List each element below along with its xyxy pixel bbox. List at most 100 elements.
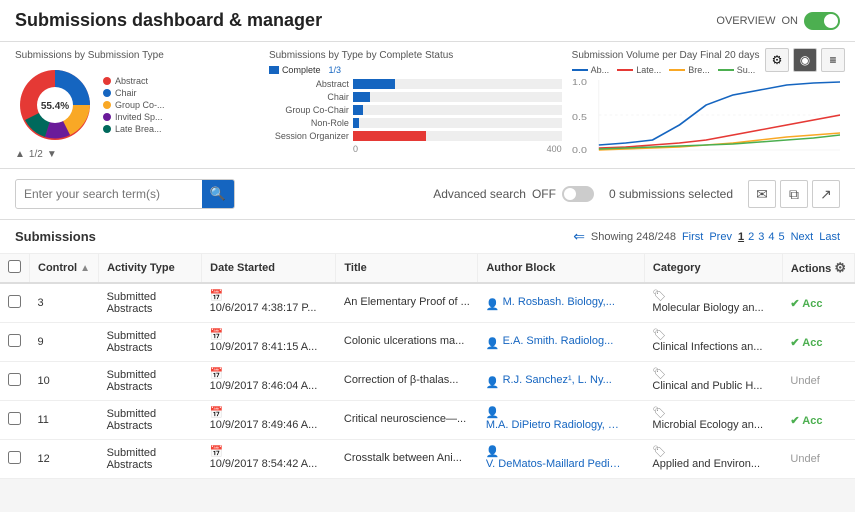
th-activity-type[interactable]: Activity Type <box>99 254 202 283</box>
list-view-button[interactable]: ≡ <box>821 48 845 72</box>
page-5[interactable]: 5 <box>778 231 784 243</box>
row-category: 🏷 Clinical Infections an... <box>644 323 782 362</box>
row-control: 11 <box>30 401 99 440</box>
legend-label-abstract: Abstract <box>115 76 148 86</box>
legend-item-late: Late Brea... <box>103 124 165 134</box>
bar-row-nonrole: Non-Role <box>269 118 562 128</box>
pie-nav-down[interactable]: ▼ <box>47 149 57 160</box>
row-checkbox-cell <box>0 440 30 479</box>
th-author-block[interactable]: Author Block <box>478 254 645 283</box>
action-badge: Undef <box>790 453 819 465</box>
bar-row-chair: Chair <box>269 92 562 102</box>
line-color-late <box>617 69 633 71</box>
table-row: 9 Submitted Abstracts 📅 10/9/2017 8:41:1… <box>0 323 855 362</box>
row-title: Correction of β-thalas... <box>336 362 478 401</box>
bar-track-nonrole <box>353 118 562 128</box>
row-control: 12 <box>30 440 99 479</box>
row-checkbox-4[interactable] <box>8 451 21 464</box>
charts-toolbar: ⚙ ◉ ≡ <box>765 48 845 72</box>
complete-fraction: 1/3 <box>328 65 341 75</box>
row-category: 🏷 Molecular Biology an... <box>644 283 782 323</box>
actions-gear-icon[interactable]: ⚙ <box>834 260 846 275</box>
select-all-checkbox[interactable] <box>8 260 21 273</box>
bar-fill-abstract-complete <box>353 79 395 89</box>
tag-icon: 🏷 <box>652 407 666 419</box>
row-checkbox-0[interactable] <box>8 295 21 308</box>
page-2[interactable]: 2 <box>748 231 754 243</box>
row-author-block: 👤 M. Rosbash. Biology,... <box>478 283 645 323</box>
row-author-block: 👤 R.J. Sanchez¹, L. Ny... <box>478 362 645 401</box>
row-author-block: 👤 M.A. DiPietro Radiology, C.S. Mott Ch.… <box>478 401 645 440</box>
export-button[interactable]: ↗ <box>812 180 840 208</box>
action-badge: ✔ Acc <box>790 298 822 310</box>
th-title[interactable]: Title <box>336 254 478 283</box>
overview-toggle-switch[interactable] <box>804 12 840 30</box>
first-link[interactable]: First <box>682 231 703 243</box>
advanced-search-label: Advanced search <box>433 187 526 201</box>
advanced-search-container: Advanced search OFF <box>433 186 594 202</box>
pie-nav-text: 1/2 <box>29 149 43 160</box>
page-3[interactable]: 3 <box>758 231 764 243</box>
table-header-row: Control ▲ Activity Type Date Started Tit… <box>0 254 855 283</box>
row-checkbox-cell <box>0 323 30 362</box>
search-input[interactable] <box>16 181 202 207</box>
bar-label-session: Session Organizer <box>269 131 349 141</box>
search-box: 🔍 <box>15 179 235 209</box>
legend-dot-invited <box>103 113 111 121</box>
submissions-table: Control ▲ Activity Type Date Started Tit… <box>0 254 855 479</box>
bar-fill-group-complete <box>353 105 363 115</box>
bar-row-session: Session Organizer <box>269 131 562 141</box>
email-button[interactable]: ✉ <box>748 180 776 208</box>
legend-dot-chair <box>103 89 111 97</box>
row-category-text: Molecular Biology an... <box>652 302 763 314</box>
next-link[interactable]: Next <box>791 231 814 243</box>
copy-button[interactable]: ⧉ <box>780 180 808 208</box>
showing-text: Showing 248/248 <box>591 231 676 243</box>
row-category: 🏷 Clinical and Public H... <box>644 362 782 401</box>
row-author-block: 👤 E.A. Smith. Radiolog... <box>478 323 645 362</box>
submissions-section-title: Submissions <box>15 229 96 244</box>
pie-chart-container: 55.4% Abstract Chair Group Co-... <box>15 65 259 145</box>
line-legend-bre: Bre... <box>669 65 710 75</box>
tag-icon: 🏷 <box>652 290 666 302</box>
row-category-text: Clinical Infections an... <box>652 341 762 353</box>
th-control[interactable]: Control ▲ <box>30 254 99 283</box>
bar-chart-panel: Submissions by Type by Complete Status C… <box>269 50 562 160</box>
row-checkbox-2[interactable] <box>8 373 21 386</box>
bar-track-group <box>353 105 562 115</box>
advanced-search-toggle[interactable] <box>562 186 594 202</box>
row-date-started: 📅 10/9/2017 8:54:42 A... <box>202 440 336 479</box>
row-checkbox-1[interactable] <box>8 334 21 347</box>
page-1[interactable]: 1 <box>738 231 744 243</box>
svg-text:0.5: 0.5 <box>572 113 587 122</box>
action-badge: ✔ Acc <box>790 337 822 349</box>
th-date-started[interactable]: Date Started <box>202 254 336 283</box>
page-4[interactable]: 4 <box>768 231 774 243</box>
legend-dot-abstract <box>103 77 111 85</box>
bar-row-group: Group Co-Chair <box>269 105 562 115</box>
search-button[interactable]: 🔍 <box>202 180 234 208</box>
tag-icon: 🏷 <box>652 329 666 341</box>
legend-item-invited: Invited Sp... <box>103 112 165 122</box>
pie-legend: Abstract Chair Group Co-... Invited Sp..… <box>103 76 165 134</box>
prev-link[interactable]: Prev <box>709 231 732 243</box>
last-link[interactable]: Last <box>819 231 840 243</box>
action-icons: ✉ ⧉ ↗ <box>748 180 840 208</box>
row-title-text: Crosstalk between Ani... <box>344 452 462 464</box>
row-author-name: R.J. Sanchez¹, L. Ny... <box>503 374 612 386</box>
row-date-text: 10/9/2017 8:41:15 A... <box>210 341 318 353</box>
bar-fill-nonrole-complete <box>353 118 359 128</box>
pie-view-button[interactable]: ◉ <box>793 48 817 72</box>
legend-label-chair: Chair <box>115 88 137 98</box>
pie-nav-up[interactable]: ▲ <box>15 149 25 160</box>
row-actions: ✔ Acc <box>782 323 854 362</box>
row-checkbox-3[interactable] <box>8 412 21 425</box>
row-category: 🏷 Applied and Environ... <box>644 440 782 479</box>
line-color-bre <box>669 69 685 71</box>
th-category[interactable]: Category <box>644 254 782 283</box>
th-actions: Actions ⚙ <box>782 254 854 283</box>
settings-button[interactable]: ⚙ <box>765 48 789 72</box>
legend-label-invited: Invited Sp... <box>115 112 163 122</box>
bar-track-abstract <box>353 79 562 89</box>
row-author-name: V. DeMatos-Maillard Pediatric Gastroente… <box>486 458 626 470</box>
